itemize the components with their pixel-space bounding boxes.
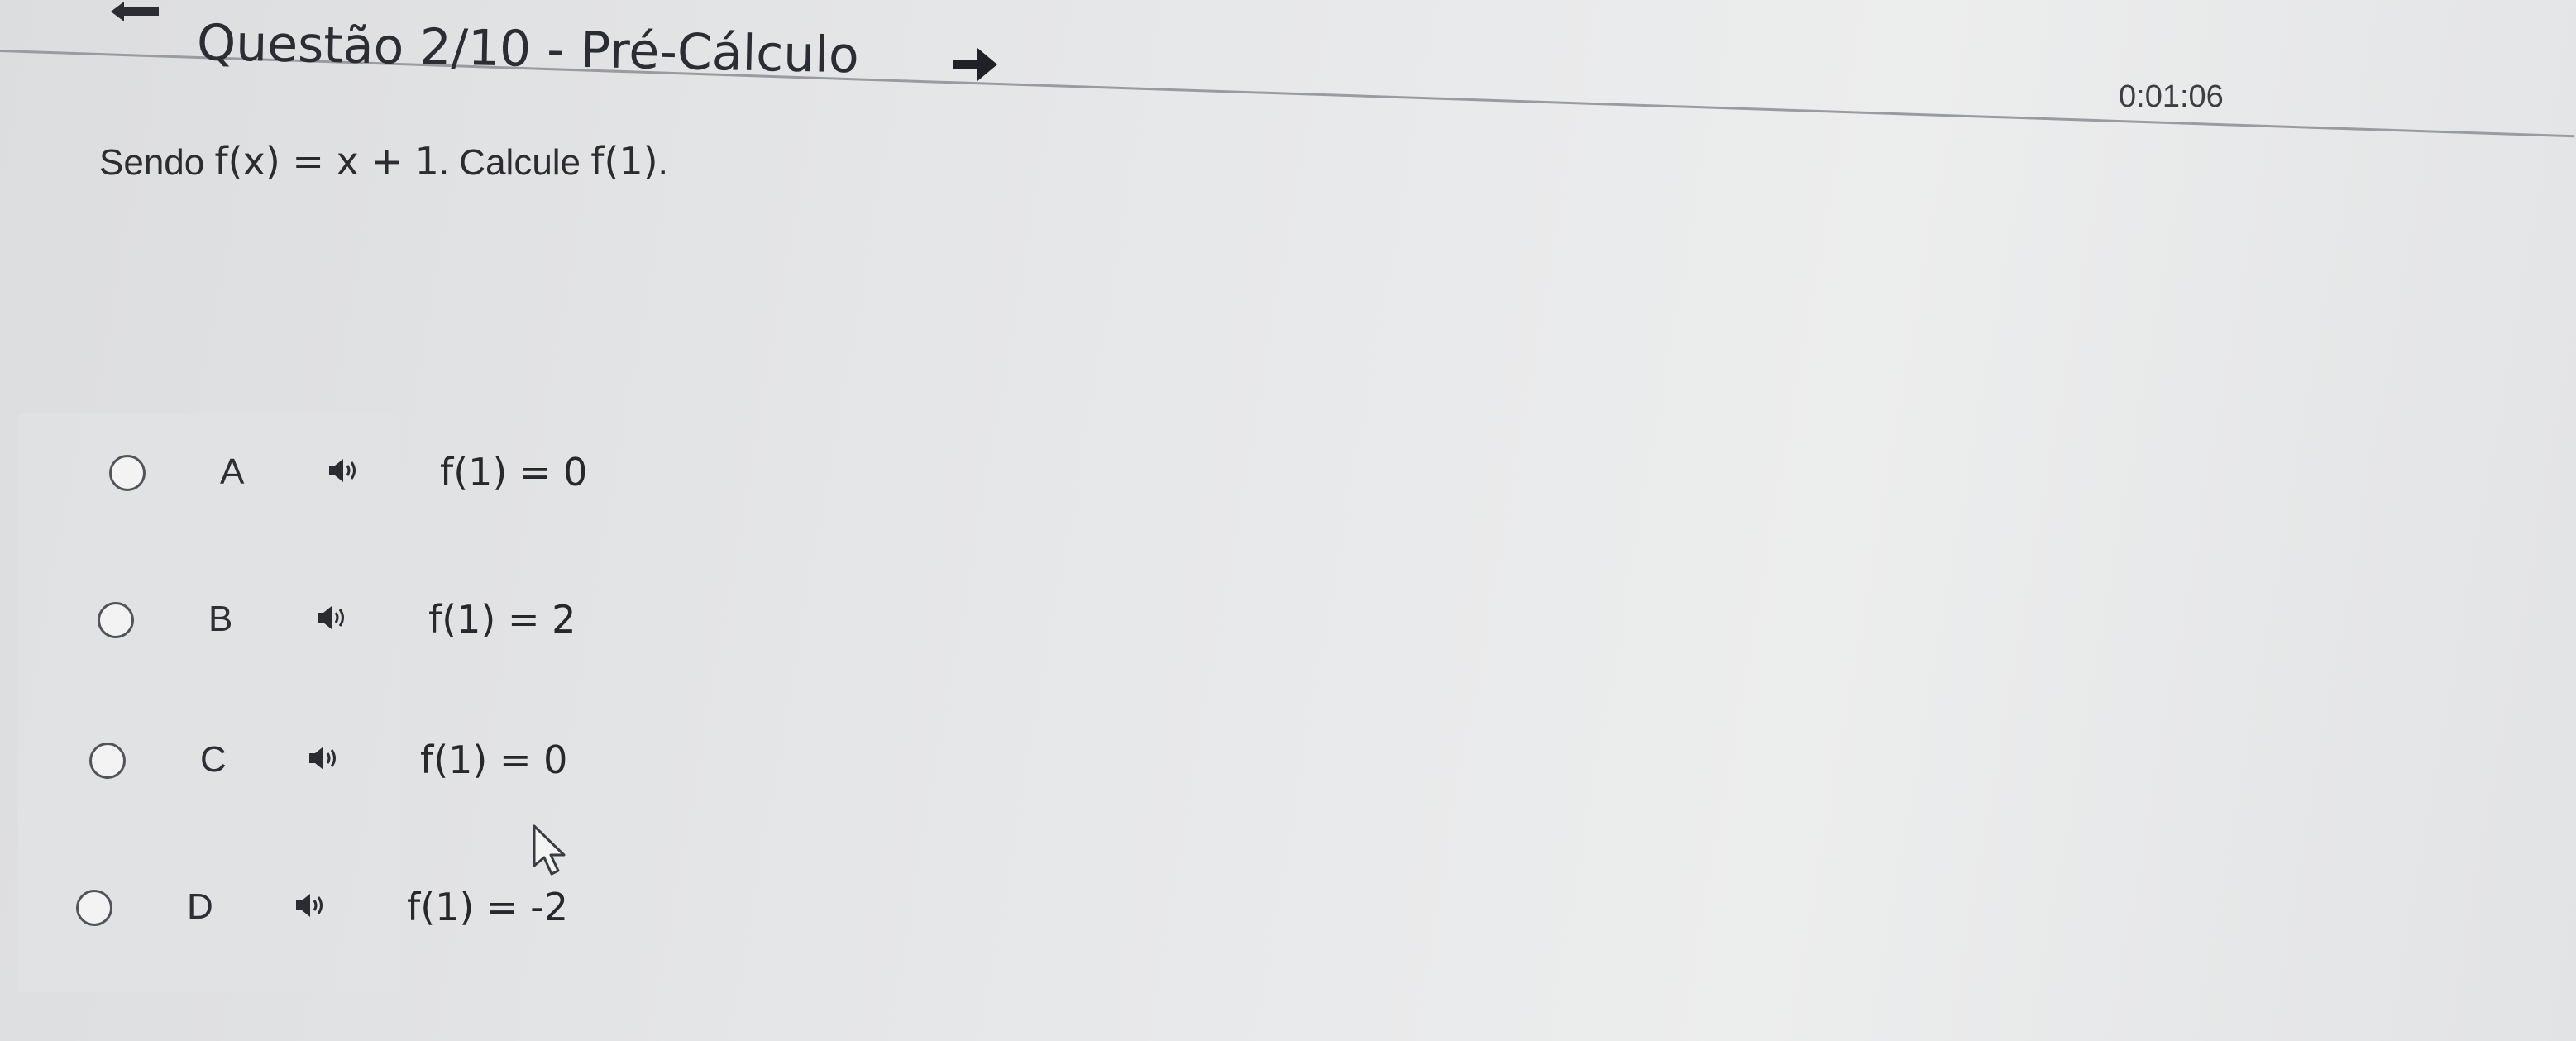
- radio-button[interactable]: [109, 455, 146, 491]
- radio-button[interactable]: [98, 602, 134, 638]
- option-letter: C: [200, 739, 227, 780]
- option-answer: f(1) = -2: [407, 885, 569, 929]
- radio-button[interactable]: [89, 743, 126, 779]
- option-answer: f(1) = 0: [420, 738, 568, 782]
- option-answer: f(1) = 0: [440, 450, 588, 494]
- answer-options: A f(1) = 0 B f(1) = 2 C f(1) = 0 D f(1) …: [0, 0, 2576, 1041]
- option-letter: A: [220, 451, 245, 492]
- option-letter: D: [187, 886, 213, 927]
- speaker-icon[interactable]: [316, 604, 349, 632]
- option-letter: B: [208, 599, 233, 639]
- option-answer: f(1) = 2: [428, 597, 576, 642]
- speaker-icon[interactable]: [294, 891, 327, 919]
- radio-button[interactable]: [76, 890, 112, 926]
- speaker-icon[interactable]: [308, 744, 341, 772]
- mouse-cursor-icon: [533, 824, 566, 876]
- speaker-icon[interactable]: [327, 456, 361, 485]
